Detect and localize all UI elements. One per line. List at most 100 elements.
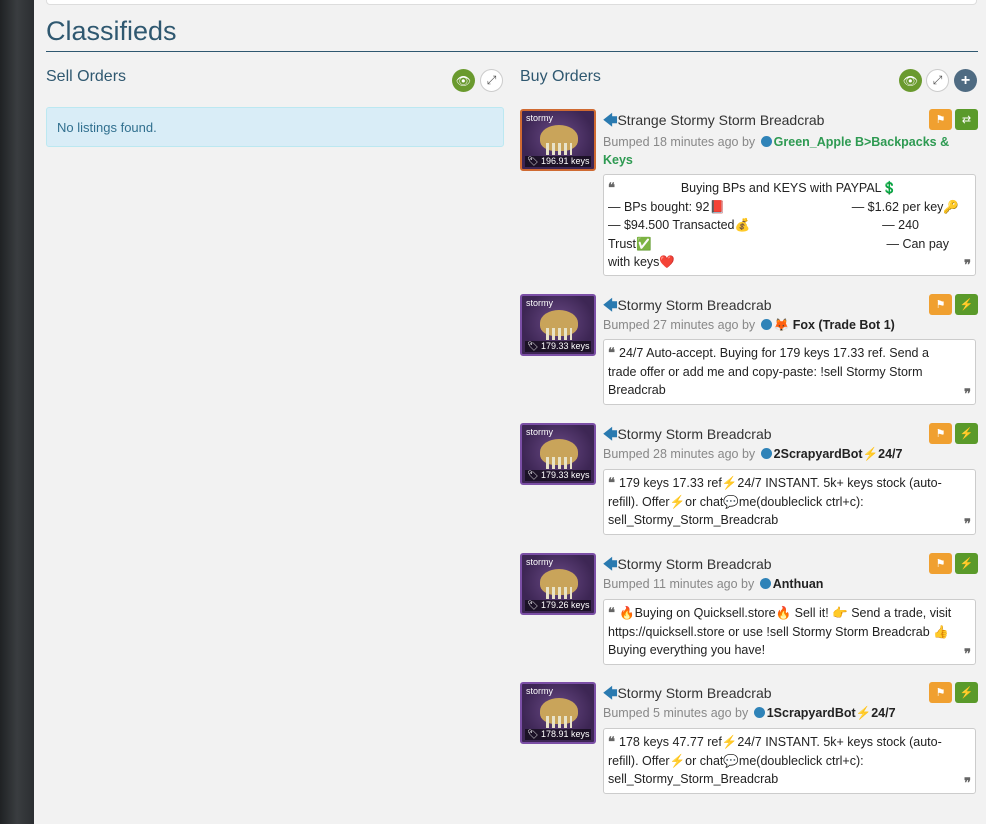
listing-item: stormy 🏷 179.33 keys 🡄Stormy Storm Bread…: [520, 423, 978, 535]
item-name[interactable]: 🡄Stormy Storm Breadcrab: [603, 424, 772, 448]
instant-trade-button[interactable]: ⚡: [955, 682, 978, 703]
quote-close-icon: ❞: [964, 515, 971, 531]
instant-trade-button[interactable]: ⚡: [955, 423, 978, 444]
breadcrab-icon: [540, 310, 578, 340]
lightning-icon: ⚡: [959, 299, 974, 311]
sell-toggle-visibility-button[interactable]: 👁: [452, 69, 475, 92]
price-tag: 🏷 196.91 keys: [525, 156, 592, 167]
quote-close-icon: ❞: [964, 774, 971, 790]
previous-panel-edge: [46, 0, 977, 5]
bumped-info: Bumped 28 minutes ago by 2ScrapyardBot⚡2…: [603, 447, 903, 461]
listing-item: stormy 🏷 196.91 keys 🡄Strange Stormy Sto…: [520, 109, 978, 277]
expand-icon: ⤢: [486, 73, 497, 87]
listing-message: ❝ 179 keys 17.33 ref⚡24/7 INSTANT. 5k+ ke…: [603, 469, 976, 535]
user-link[interactable]: Anthuan: [773, 577, 824, 591]
quote-open-icon: ❝: [608, 345, 615, 360]
quote-open-icon: ❝: [608, 734, 615, 749]
quote-close-icon: ❞: [964, 256, 971, 272]
item-image[interactable]: stormy 🏷 179.26 keys: [520, 553, 596, 615]
item-image[interactable]: stormy 🏷 179.33 keys: [520, 294, 596, 356]
quote-close-icon: ❞: [964, 645, 971, 661]
report-button[interactable]: ⚑: [929, 423, 952, 444]
instant-trade-button[interactable]: ⚡: [955, 553, 978, 574]
user-link[interactable]: 🦊 Fox (Trade Bot 1): [774, 318, 895, 332]
listing-message: ❝ 🔥Buying on Quicksell.store🔥 Sell it! 👉 …: [603, 599, 976, 665]
buy-expand-button[interactable]: ⤢: [926, 69, 949, 92]
breadcrab-icon: [540, 569, 578, 599]
item-name[interactable]: 🡄Strange Stormy Storm Breadcrab: [603, 110, 824, 134]
title-divider: [46, 51, 978, 52]
item-image-label: stormy: [526, 113, 553, 123]
item-image[interactable]: stormy 🏷 178.91 keys: [520, 682, 596, 744]
buy-orders-heading: Buy Orders: [520, 68, 601, 85]
classifieds-panel: Classifieds Sell Orders 👁 ⤢ No listings …: [34, 0, 986, 824]
item-name[interactable]: 🡄Stormy Storm Breadcrab: [603, 295, 772, 319]
flag-icon: ⚑: [935, 299, 946, 311]
exchange-icon: ⇄: [961, 114, 972, 126]
sell-orders-heading: Sell Orders: [46, 68, 127, 85]
bumped-info: Bumped 18 minutes ago by Green_Apple B>B…: [603, 135, 950, 167]
flag-icon: ⚑: [935, 558, 946, 570]
bumped-info: Bumped 11 minutes ago by Anthuan: [603, 577, 824, 591]
listing-item: stormy 🏷 178.91 keys 🡄Stormy Storm Bread…: [520, 682, 978, 794]
breadcrab-icon: [540, 698, 578, 728]
lightning-icon: ⚡: [959, 428, 974, 440]
page-background-strip: [0, 0, 34, 824]
lightning-icon: ⚡: [959, 687, 974, 699]
item-image[interactable]: stormy 🏷 196.91 keys: [520, 109, 596, 171]
instant-trade-button[interactable]: ⚡: [955, 294, 978, 315]
price-tag: 🏷 179.26 keys: [525, 600, 592, 611]
item-image[interactable]: stormy 🏷 179.33 keys: [520, 423, 596, 485]
item-image-label: stormy: [526, 686, 553, 696]
expand-icon: ⤢: [932, 73, 943, 87]
user-link[interactable]: 1ScrapyardBot⚡24/7: [767, 706, 896, 720]
buy-toggle-visibility-button[interactable]: 👁: [899, 69, 922, 92]
report-button[interactable]: ⚑: [929, 109, 952, 130]
item-name[interactable]: 🡄Stormy Storm Breadcrab: [603, 554, 772, 578]
arrow-left-icon: 🡄: [603, 297, 618, 313]
lightning-icon: ⚡: [959, 558, 974, 570]
report-button[interactable]: ⚑: [929, 682, 952, 703]
flag-icon: ⚑: [935, 687, 946, 699]
trade-button[interactable]: ⇄: [955, 109, 978, 130]
item-image-label: stormy: [526, 557, 553, 567]
add-buy-order-button[interactable]: +: [954, 69, 977, 92]
eye-icon: 👁: [902, 73, 919, 88]
arrow-left-icon: 🡄: [603, 112, 618, 128]
eye-icon: 👁: [455, 73, 472, 88]
arrow-left-icon: 🡄: [603, 685, 618, 701]
quote-open-icon: ❝: [608, 475, 615, 490]
quote-open-icon: ❝: [608, 605, 615, 620]
no-listings-alert: No listings found.: [46, 107, 504, 147]
status-dot-icon: [760, 319, 772, 330]
status-dot-icon: [753, 707, 765, 718]
listing-message: ❝ Buying BPs and KEYS with PAYPAL💲 — BPs …: [603, 174, 976, 276]
status-dot-icon: [760, 136, 772, 147]
flag-icon: ⚑: [935, 428, 946, 440]
item-name[interactable]: 🡄Stormy Storm Breadcrab: [603, 683, 772, 707]
price-tag: 🏷 179.33 keys: [525, 470, 592, 481]
quote-open-icon: ❝: [608, 180, 615, 195]
user-link[interactable]: 2ScrapyardBot⚡24/7: [774, 447, 903, 461]
quote-close-icon: ❞: [964, 385, 971, 401]
status-dot-icon: [759, 578, 771, 589]
arrow-left-icon: 🡄: [603, 426, 618, 442]
bumped-info: Bumped 5 minutes ago by 1ScrapyardBot⚡24…: [603, 706, 896, 720]
price-tag: 🏷 178.91 keys: [525, 729, 592, 740]
listing-message: ❝ 178 keys 47.77 ref⚡24/7 INSTANT. 5k+ ke…: [603, 728, 976, 794]
flag-icon: ⚑: [935, 114, 946, 126]
listing-item: stormy 🏷 179.33 keys 🡄Stormy Storm Bread…: [520, 294, 978, 406]
report-button[interactable]: ⚑: [929, 294, 952, 315]
plus-icon: +: [960, 71, 971, 89]
item-image-label: stormy: [526, 298, 553, 308]
arrow-left-icon: 🡄: [603, 556, 618, 572]
price-tag: 🏷 179.33 keys: [525, 341, 592, 352]
report-button[interactable]: ⚑: [929, 553, 952, 574]
page-title: Classifieds: [46, 16, 177, 46]
breadcrab-icon: [540, 125, 578, 155]
listing-message: ❝ 24/7 Auto-accept. Buying for 179 keys 1…: [603, 339, 976, 405]
bumped-info: Bumped 27 minutes ago by 🦊 Fox (Trade Bo…: [603, 318, 895, 332]
listing-item: stormy 🏷 179.26 keys 🡄Stormy Storm Bread…: [520, 553, 978, 665]
breadcrab-icon: [540, 439, 578, 469]
sell-expand-button[interactable]: ⤢: [480, 69, 503, 92]
